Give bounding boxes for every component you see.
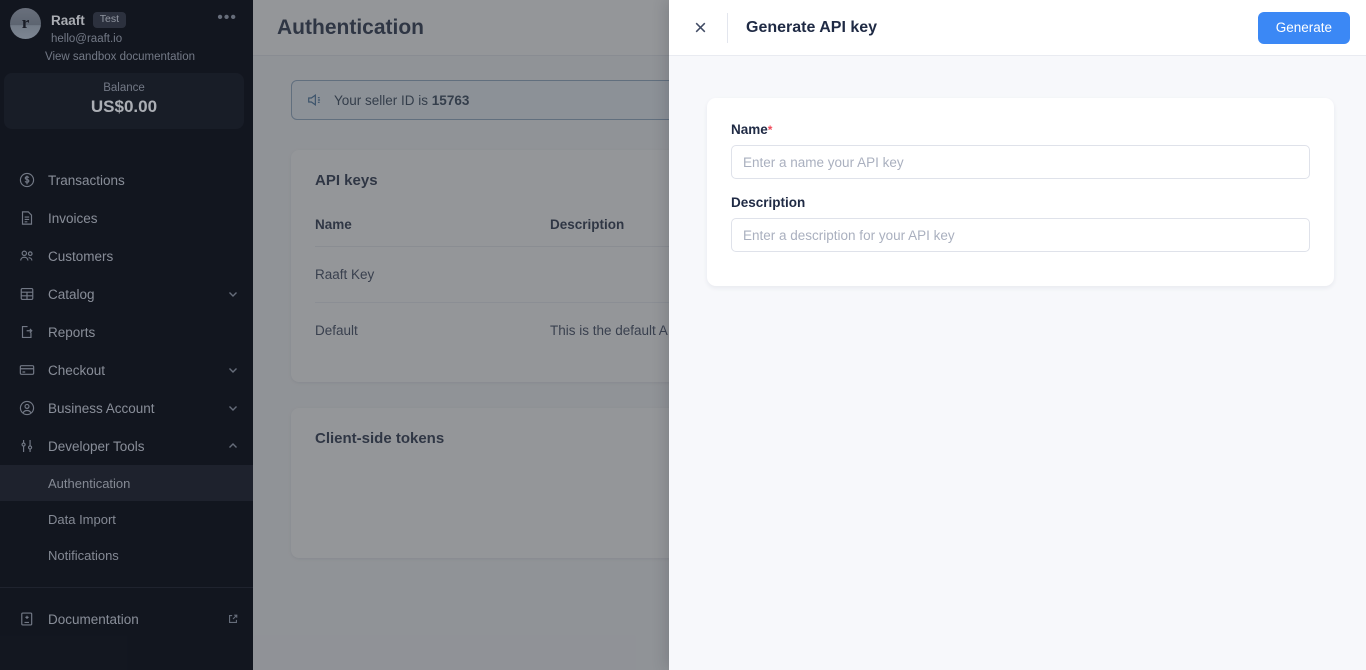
modal-backdrop-sidebar[interactable] [0, 0, 253, 670]
description-label: Description [731, 195, 806, 210]
drawer-header: Generate API key Generate [669, 0, 1366, 56]
required-marker: * [767, 123, 773, 137]
drawer-title: Generate API key [746, 18, 878, 36]
name-label-text: Name [731, 122, 768, 137]
name-field-group: Name* [731, 122, 1310, 179]
header-divider [727, 12, 728, 43]
description-field-group: Description [731, 195, 1310, 252]
name-input[interactable] [731, 145, 1310, 179]
api-key-form-card: Name* Description [707, 98, 1334, 286]
app-root: r Raaft Test ••• hello@raaft.io View san… [0, 0, 1366, 670]
close-icon[interactable] [687, 15, 713, 41]
description-input[interactable] [731, 218, 1310, 252]
generate-api-key-drawer: Generate API key Generate Name* Descript… [669, 0, 1366, 670]
name-label: Name* [731, 122, 1310, 137]
generate-button[interactable]: Generate [1257, 11, 1350, 44]
drawer-body: Name* Description [669, 56, 1366, 286]
